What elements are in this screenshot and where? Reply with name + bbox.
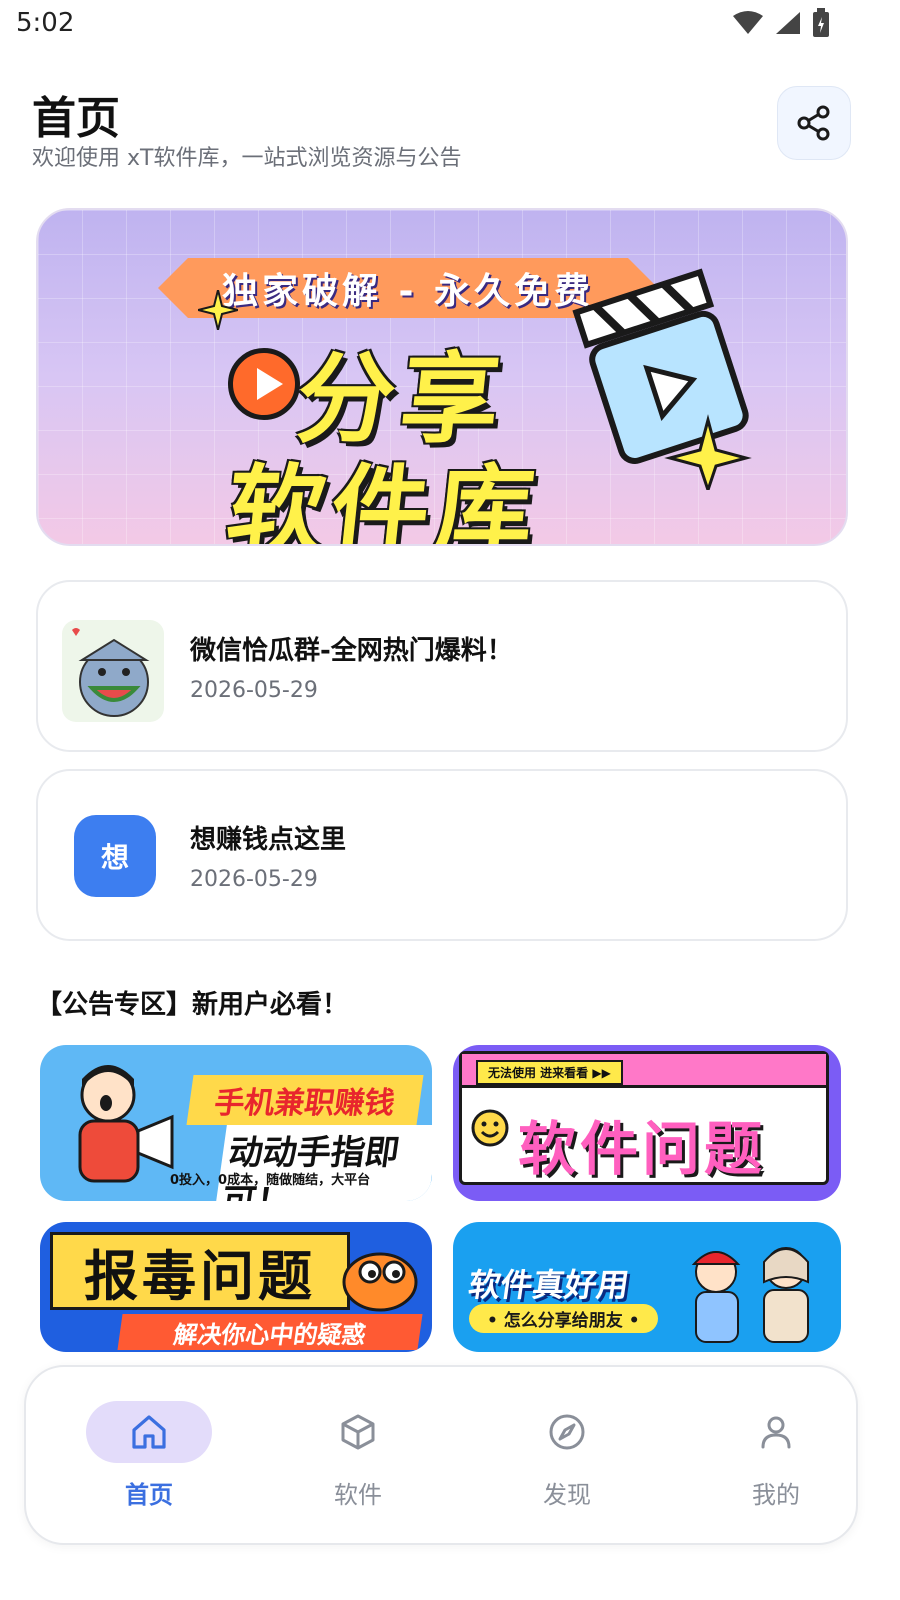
promo-tag: 无法使用 进来看看 ▶▶: [476, 1060, 623, 1085]
person-megaphone-illustration: [78, 1065, 174, 1183]
share-button[interactable]: [777, 86, 851, 160]
play-icon: [228, 348, 300, 420]
letter-badge: 想: [74, 815, 156, 897]
announcement-card[interactable]: 微信恰瓜群-全网热门爆料！ 2026-05-29: [36, 580, 848, 752]
card-title: 微信恰瓜群-全网热门爆料！: [190, 636, 513, 666]
status-icons: [732, 8, 830, 38]
promo-banner-part-time[interactable]: 手机兼职赚钱 动动手指即可！ 0投入，0成本，随做随结，大平台: [40, 1045, 432, 1201]
shark-watermelon-icon: [72, 628, 150, 717]
promo-banner-share[interactable]: 软件真好用 • 怎么分享给朋友 •: [453, 1222, 841, 1352]
smiley-icon: [471, 1109, 509, 1147]
nav-label: 我的: [752, 1481, 800, 1509]
card-thumbnail: [62, 620, 164, 722]
page-subtitle: 欢迎使用 xT软件库，一站式浏览资源与公告: [32, 146, 462, 171]
box-icon: [341, 1414, 375, 1450]
clapperboard-icon: [572, 268, 752, 490]
promo-banner-virus-issue[interactable]: 报毒问题 解决你心中的疑惑: [40, 1222, 432, 1352]
card-title: 想赚钱点这里: [190, 825, 347, 855]
promo-subtitle: 动动手指即可！: [213, 1125, 432, 1201]
nav-label: 软件: [334, 1481, 382, 1509]
share-icon: [797, 105, 830, 141]
hero-title-line2: 软件库: [221, 455, 546, 546]
battery-icon: [813, 8, 829, 37]
hero-banner[interactable]: 独家破解 - 永久免费 分享 软件库: [36, 208, 848, 546]
user-icon: [761, 1416, 791, 1449]
promo-footnote: 0投入，0成本，随做随结，大平台: [170, 1173, 371, 1188]
cartoon-eyes-icon: [342, 1252, 418, 1312]
nav-label: 发现: [543, 1481, 591, 1509]
promo-title: 报毒问题: [50, 1232, 350, 1310]
promo-window-frame: 无法使用 进来看看 ▶▶ 软件问题: [459, 1051, 829, 1185]
card-date: 2026-05-29: [190, 867, 318, 892]
window-titlebar: 无法使用 进来看看 ▶▶: [462, 1054, 826, 1088]
nav-item-mine[interactable]: 我的: [673, 1367, 873, 1547]
promo-title: 软件真好用: [466, 1266, 632, 1304]
compass-icon: [549, 1414, 585, 1450]
promo-subtitle: 解决你心中的疑惑: [117, 1314, 423, 1350]
nav-item-software[interactable]: 软件: [255, 1367, 455, 1547]
promo-title: 手机兼职赚钱: [186, 1075, 424, 1125]
nav-label: 首页: [125, 1481, 173, 1509]
card-date: 2026-05-29: [190, 678, 318, 703]
nav-item-discover[interactable]: 发现: [464, 1367, 664, 1547]
promo-banner-software-issue[interactable]: 无法使用 进来看看 ▶▶ 软件问题: [453, 1045, 841, 1201]
home-icon: [132, 1415, 166, 1449]
wifi-icon: [733, 11, 763, 34]
status-time: 5:02: [16, 8, 75, 38]
page-title: 首页: [32, 93, 120, 144]
sparkle-icon: [198, 290, 238, 330]
section-title: 【公告专区】新用户必看！: [36, 990, 349, 1020]
signal-icon: [776, 12, 800, 34]
status-bar: 5:02: [0, 0, 900, 50]
promo-title: 软件问题: [518, 1115, 767, 1183]
bottom-nav: 首页 软件 发现 我的: [24, 1365, 858, 1545]
announcement-card[interactable]: 想 想赚钱点这里 2026-05-29: [36, 769, 848, 941]
promo-subtitle: • 怎么分享给朋友 •: [469, 1304, 658, 1333]
friends-illustration: [691, 1247, 809, 1343]
nav-item-home[interactable]: 首页: [46, 1367, 246, 1547]
